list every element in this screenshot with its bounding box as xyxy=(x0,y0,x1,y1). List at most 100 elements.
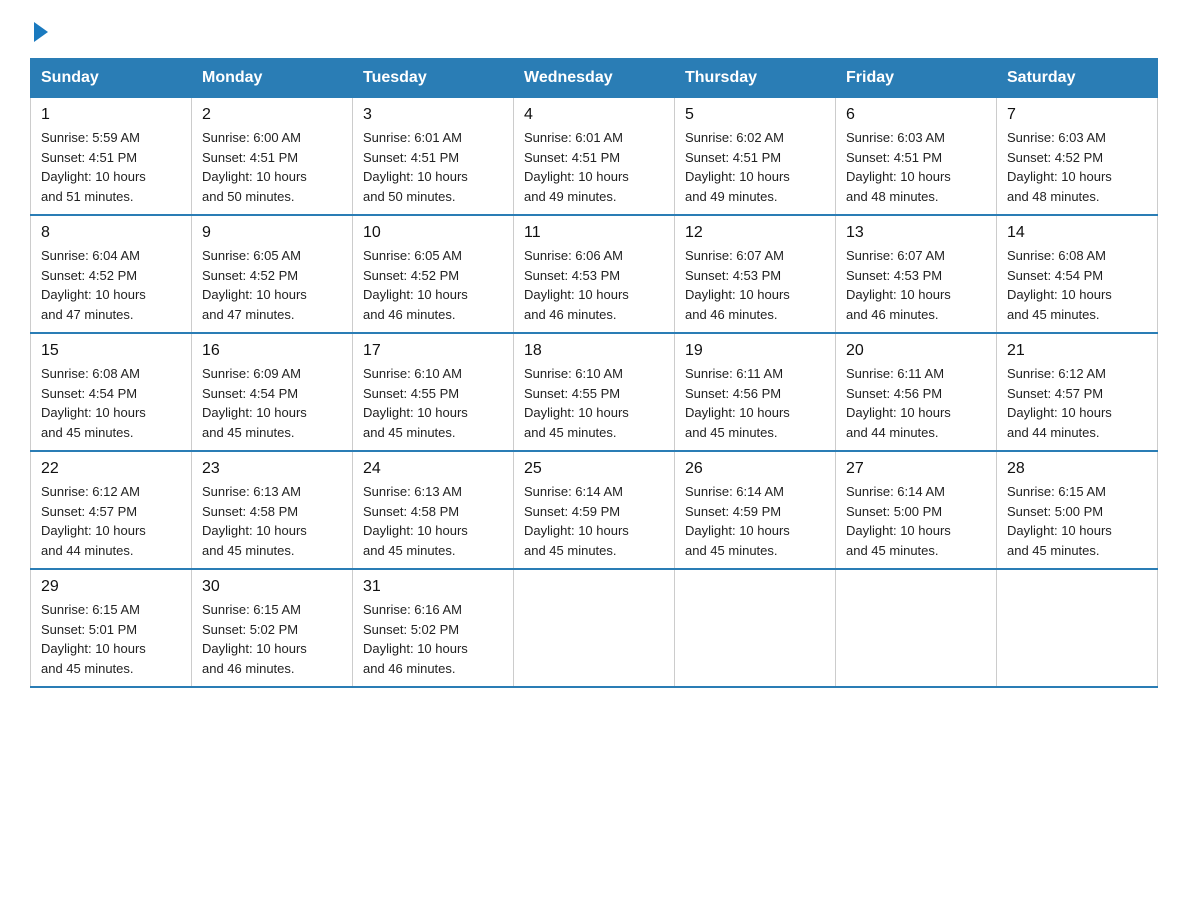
day-sun-info: Sunrise: 6:12 AM Sunset: 4:57 PM Dayligh… xyxy=(41,482,181,560)
calendar-day-cell xyxy=(514,569,675,687)
calendar-day-cell: 5 Sunrise: 6:02 AM Sunset: 4:51 PM Daylig… xyxy=(675,98,836,216)
calendar-day-cell: 25 Sunrise: 6:14 AM Sunset: 4:59 PM Dayli… xyxy=(514,451,675,569)
calendar-day-cell: 26 Sunrise: 6:14 AM Sunset: 4:59 PM Dayli… xyxy=(675,451,836,569)
day-number: 12 xyxy=(685,224,825,242)
day-number: 2 xyxy=(202,106,342,124)
calendar-day-cell: 1 Sunrise: 5:59 AM Sunset: 4:51 PM Daylig… xyxy=(31,98,192,216)
day-number: 5 xyxy=(685,106,825,124)
calendar-day-cell: 22 Sunrise: 6:12 AM Sunset: 4:57 PM Dayli… xyxy=(31,451,192,569)
day-sun-info: Sunrise: 6:03 AM Sunset: 4:51 PM Dayligh… xyxy=(846,128,986,206)
page-header xyxy=(30,20,1158,38)
calendar-day-cell: 2 Sunrise: 6:00 AM Sunset: 4:51 PM Daylig… xyxy=(192,98,353,216)
calendar-day-cell: 10 Sunrise: 6:05 AM Sunset: 4:52 PM Dayli… xyxy=(353,215,514,333)
day-of-week-header: Sunday xyxy=(31,59,192,98)
day-sun-info: Sunrise: 6:12 AM Sunset: 4:57 PM Dayligh… xyxy=(1007,364,1147,442)
day-number: 24 xyxy=(363,460,503,478)
calendar-day-cell: 30Sunrise: 6:15 AM Sunset: 5:02 PM Dayli… xyxy=(192,569,353,687)
calendar-day-cell: 13 Sunrise: 6:07 AM Sunset: 4:53 PM Dayli… xyxy=(836,215,997,333)
day-number: 29 xyxy=(41,578,181,596)
day-sun-info: Sunrise: 6:15 AM Sunset: 5:00 PM Dayligh… xyxy=(1007,482,1147,560)
logo-arrow-icon xyxy=(34,22,48,42)
calendar-day-cell: 8 Sunrise: 6:04 AM Sunset: 4:52 PM Daylig… xyxy=(31,215,192,333)
calendar-day-cell: 16 Sunrise: 6:09 AM Sunset: 4:54 PM Dayli… xyxy=(192,333,353,451)
day-sun-info: Sunrise: 6:15 AM Sunset: 5:01 PM Dayligh… xyxy=(41,600,181,678)
logo xyxy=(30,20,48,38)
day-number: 19 xyxy=(685,342,825,360)
day-number: 28 xyxy=(1007,460,1147,478)
day-number: 18 xyxy=(524,342,664,360)
calendar-day-cell: 24 Sunrise: 6:13 AM Sunset: 4:58 PM Dayli… xyxy=(353,451,514,569)
day-of-week-header: Tuesday xyxy=(353,59,514,98)
day-sun-info: Sunrise: 6:06 AM Sunset: 4:53 PM Dayligh… xyxy=(524,246,664,324)
day-number: 8 xyxy=(41,224,181,242)
calendar-week-row: 29 Sunrise: 6:15 AM Sunset: 5:01 PM Dayli… xyxy=(31,569,1158,687)
day-sun-info: Sunrise: 6:14 AM Sunset: 5:00 PM Dayligh… xyxy=(846,482,986,560)
day-sun-info: Sunrise: 6:08 AM Sunset: 4:54 PM Dayligh… xyxy=(41,364,181,442)
day-sun-info: Sunrise: 6:00 AM Sunset: 4:51 PM Dayligh… xyxy=(202,128,342,206)
day-sun-info: Sunrise: 6:10 AM Sunset: 4:55 PM Dayligh… xyxy=(363,364,503,442)
calendar-week-row: 22 Sunrise: 6:12 AM Sunset: 4:57 PM Dayli… xyxy=(31,451,1158,569)
day-number: 14 xyxy=(1007,224,1147,242)
day-sun-info: Sunrise: 5:59 AM Sunset: 4:51 PM Dayligh… xyxy=(41,128,181,206)
day-sun-info: Sunrise: 6:08 AM Sunset: 4:54 PM Dayligh… xyxy=(1007,246,1147,324)
day-number: 4 xyxy=(524,106,664,124)
calendar-day-cell: 31 Sunrise: 6:16 AM Sunset: 5:02 PM Dayli… xyxy=(353,569,514,687)
day-of-week-header: Wednesday xyxy=(514,59,675,98)
day-number: 22 xyxy=(41,460,181,478)
day-sun-info: Sunrise: 6:14 AM Sunset: 4:59 PM Dayligh… xyxy=(524,482,664,560)
calendar-week-row: 15 Sunrise: 6:08 AM Sunset: 4:54 PM Dayli… xyxy=(31,333,1158,451)
day-sun-info: Sunrise: 6:01 AM Sunset: 4:51 PM Dayligh… xyxy=(363,128,503,206)
day-number: 26 xyxy=(685,460,825,478)
calendar-table: SundayMondayTuesdayWednesdayThursdayFrid… xyxy=(30,58,1158,688)
day-number: 13 xyxy=(846,224,986,242)
day-sun-info: Sunrise: 6:05 AM Sunset: 4:52 PM Dayligh… xyxy=(202,246,342,324)
day-sun-info: Sunrise: 6:15 AM Sunset: 5:02 PM Dayligh… xyxy=(202,600,342,678)
day-sun-info: Sunrise: 6:04 AM Sunset: 4:52 PM Dayligh… xyxy=(41,246,181,324)
day-sun-info: Sunrise: 6:11 AM Sunset: 4:56 PM Dayligh… xyxy=(846,364,986,442)
day-sun-info: Sunrise: 6:05 AM Sunset: 4:52 PM Dayligh… xyxy=(363,246,503,324)
day-sun-info: Sunrise: 6:01 AM Sunset: 4:51 PM Dayligh… xyxy=(524,128,664,206)
day-sun-info: Sunrise: 6:13 AM Sunset: 4:58 PM Dayligh… xyxy=(202,482,342,560)
day-number: 16 xyxy=(202,342,342,360)
calendar-day-cell: 4 Sunrise: 6:01 AM Sunset: 4:51 PM Daylig… xyxy=(514,98,675,216)
calendar-day-cell: 23 Sunrise: 6:13 AM Sunset: 4:58 PM Dayli… xyxy=(192,451,353,569)
day-sun-info: Sunrise: 6:07 AM Sunset: 4:53 PM Dayligh… xyxy=(846,246,986,324)
day-number: 15 xyxy=(41,342,181,360)
calendar-day-cell: 18Sunrise: 6:10 AM Sunset: 4:55 PM Dayli… xyxy=(514,333,675,451)
day-number: 17 xyxy=(363,342,503,360)
calendar-day-cell xyxy=(997,569,1158,687)
day-number: 20 xyxy=(846,342,986,360)
calendar-day-cell: 3Sunrise: 6:01 AM Sunset: 4:51 PM Daylig… xyxy=(353,98,514,216)
day-of-week-header: Friday xyxy=(836,59,997,98)
calendar-day-cell: 11 Sunrise: 6:06 AM Sunset: 4:53 PM Dayli… xyxy=(514,215,675,333)
day-sun-info: Sunrise: 6:14 AM Sunset: 4:59 PM Dayligh… xyxy=(685,482,825,560)
calendar-week-row: 8 Sunrise: 6:04 AM Sunset: 4:52 PM Daylig… xyxy=(31,215,1158,333)
day-sun-info: Sunrise: 6:16 AM Sunset: 5:02 PM Dayligh… xyxy=(363,600,503,678)
calendar-day-cell: 7Sunrise: 6:03 AM Sunset: 4:52 PM Daylig… xyxy=(997,98,1158,216)
calendar-day-cell: 12 Sunrise: 6:07 AM Sunset: 4:53 PM Dayli… xyxy=(675,215,836,333)
day-number: 23 xyxy=(202,460,342,478)
calendar-day-cell: 29 Sunrise: 6:15 AM Sunset: 5:01 PM Dayli… xyxy=(31,569,192,687)
calendar-day-cell: 20 Sunrise: 6:11 AM Sunset: 4:56 PM Dayli… xyxy=(836,333,997,451)
day-number: 31 xyxy=(363,578,503,596)
day-number: 1 xyxy=(41,106,181,124)
calendar-day-cell: 27 Sunrise: 6:14 AM Sunset: 5:00 PM Dayli… xyxy=(836,451,997,569)
calendar-day-cell xyxy=(675,569,836,687)
calendar-day-cell: 15 Sunrise: 6:08 AM Sunset: 4:54 PM Dayli… xyxy=(31,333,192,451)
day-number: 21 xyxy=(1007,342,1147,360)
day-sun-info: Sunrise: 6:07 AM Sunset: 4:53 PM Dayligh… xyxy=(685,246,825,324)
day-sun-info: Sunrise: 6:02 AM Sunset: 4:51 PM Dayligh… xyxy=(685,128,825,206)
day-number: 6 xyxy=(846,106,986,124)
day-sun-info: Sunrise: 6:03 AM Sunset: 4:52 PM Dayligh… xyxy=(1007,128,1147,206)
day-number: 11 xyxy=(524,224,664,242)
day-sun-info: Sunrise: 6:09 AM Sunset: 4:54 PM Dayligh… xyxy=(202,364,342,442)
day-number: 25 xyxy=(524,460,664,478)
calendar-day-cell: 14 Sunrise: 6:08 AM Sunset: 4:54 PM Dayli… xyxy=(997,215,1158,333)
day-of-week-header: Thursday xyxy=(675,59,836,98)
calendar-week-row: 1 Sunrise: 5:59 AM Sunset: 4:51 PM Daylig… xyxy=(31,98,1158,216)
day-of-week-header: Monday xyxy=(192,59,353,98)
day-sun-info: Sunrise: 6:13 AM Sunset: 4:58 PM Dayligh… xyxy=(363,482,503,560)
calendar-day-cell: 19Sunrise: 6:11 AM Sunset: 4:56 PM Dayli… xyxy=(675,333,836,451)
day-number: 27 xyxy=(846,460,986,478)
day-number: 10 xyxy=(363,224,503,242)
